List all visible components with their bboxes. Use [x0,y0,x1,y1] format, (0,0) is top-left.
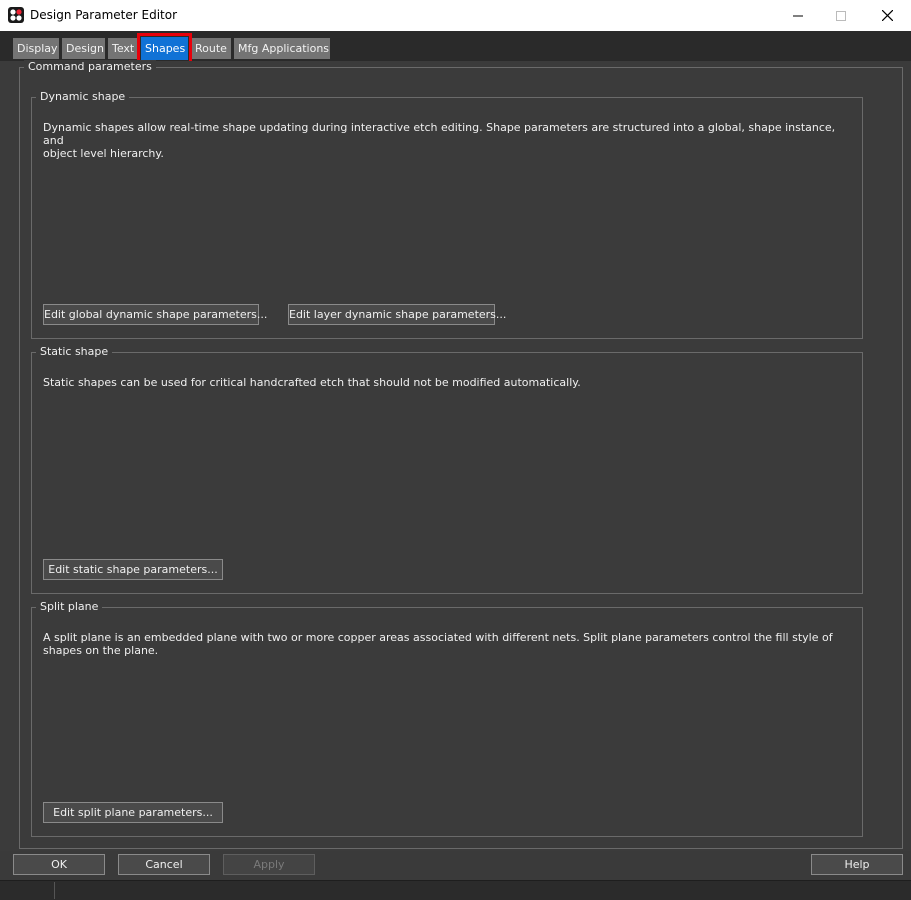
minimize-button[interactable] [775,0,821,31]
edit-layer-dynamic-shape-button[interactable]: Edit layer dynamic shape parameters... [288,304,506,325]
tab-design[interactable]: Design [62,38,105,59]
maximize-button[interactable] [818,0,864,31]
split-plane-description: A split plane is an embedded plane with … [43,631,833,657]
status-bar [0,880,911,900]
status-separator [54,882,55,899]
tab-mfg-applications[interactable]: Mfg Applications [234,38,330,59]
close-button[interactable] [864,0,910,31]
maximize-icon [836,10,846,21]
static-shape-description: Static shapes can be used for critical h… [43,376,581,389]
app-logo-icon [8,7,24,23]
close-icon [881,10,893,21]
ok-button[interactable]: OK [13,854,105,875]
dynamic-shape-title: Dynamic shape [36,90,130,104]
window-title: Design Parameter Editor [30,8,178,22]
tab-route[interactable]: Route [191,38,231,59]
cancel-button[interactable]: Cancel [118,854,210,875]
edit-split-plane-button[interactable]: Edit split plane parameters... [43,802,223,823]
minimize-icon [793,15,803,16]
title-bar: Design Parameter Editor [0,0,911,31]
static-shape-title: Static shape [36,345,113,359]
command-parameters-title: Command parameters [24,60,156,74]
dynamic-shape-description: Dynamic shapes allow real-time shape upd… [43,121,836,160]
apply-button[interactable]: Apply [223,854,315,875]
tab-text[interactable]: Text [108,38,137,59]
tab-display[interactable]: Display [13,38,59,59]
help-button[interactable]: Help [811,854,903,875]
edit-static-shape-button[interactable]: Edit static shape parameters... [43,559,223,580]
edit-global-dynamic-shape-button[interactable]: Edit global dynamic shape parameters... [43,304,267,325]
split-plane-title: Split plane [36,600,103,614]
